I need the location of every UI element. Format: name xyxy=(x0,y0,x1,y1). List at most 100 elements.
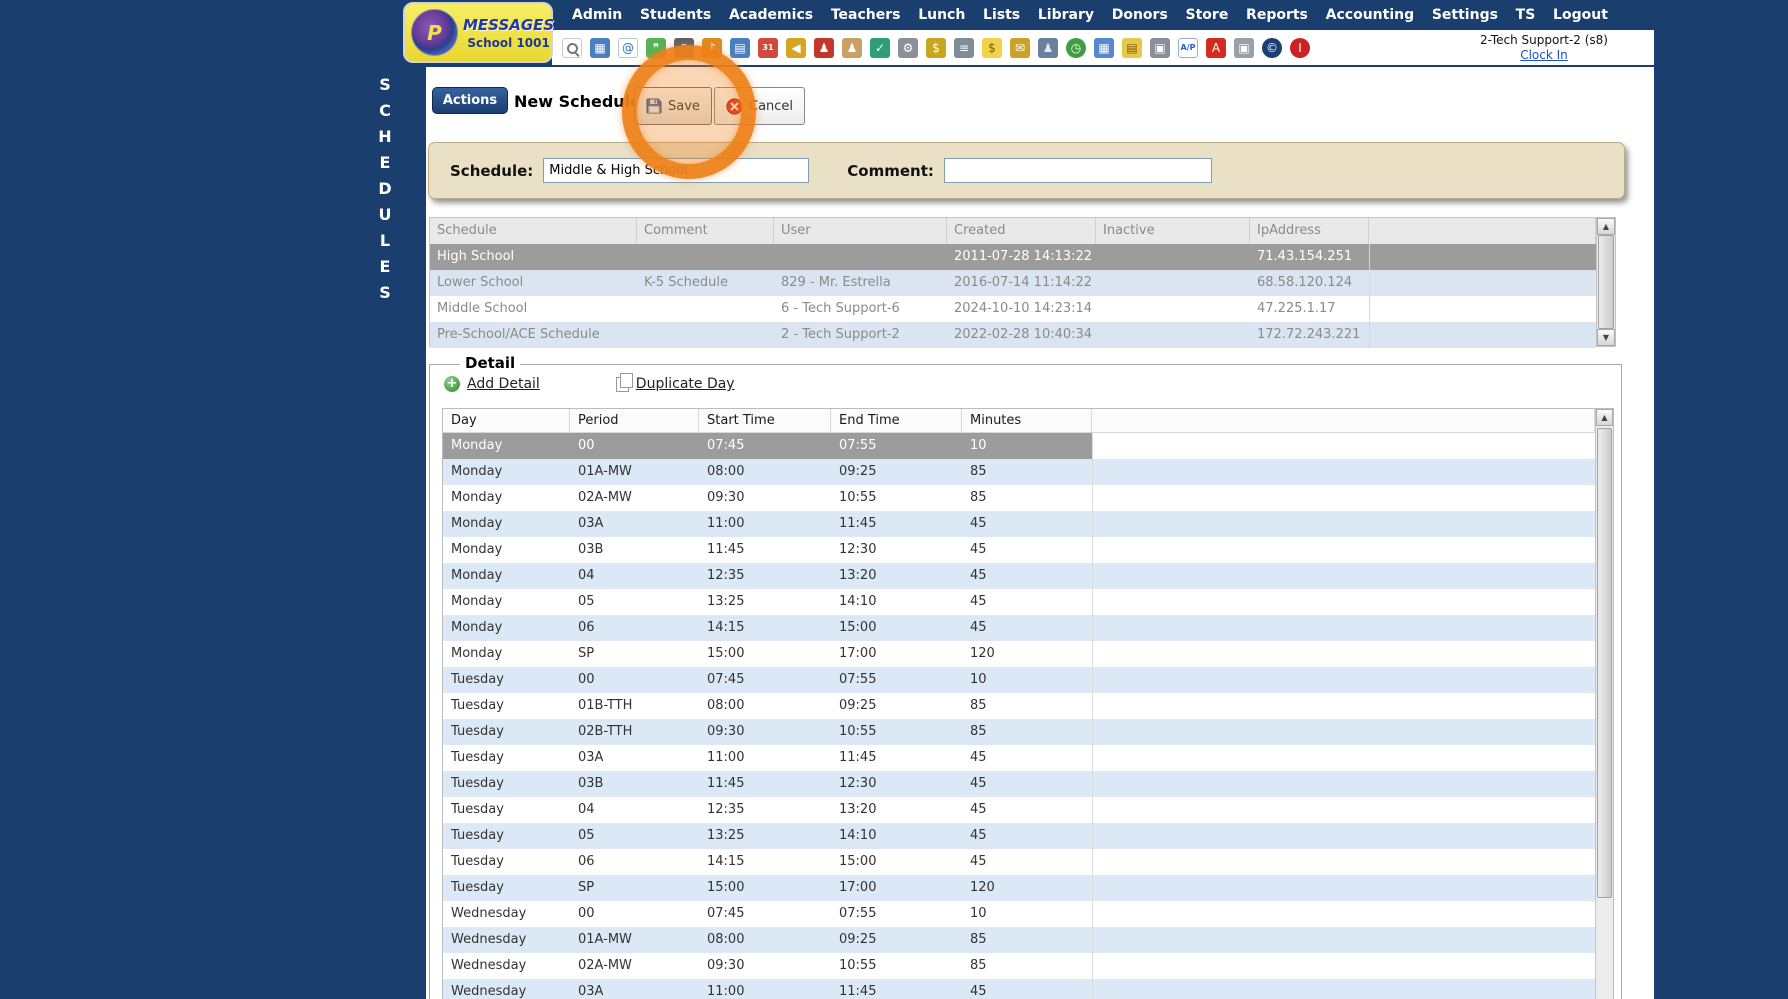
detail-row[interactable]: Wednesday03A11:0011:4545 xyxy=(443,979,1595,999)
spreadsheet-icon[interactable]: ▦ xyxy=(1094,38,1114,58)
people-icon[interactable]: ♟ xyxy=(1038,38,1058,58)
news-icon[interactable]: ▤ xyxy=(730,38,750,58)
toolbar-icons: ▦ @ ❞ ▯ ♪ ▤ 31 ◀ ♟ ♟ ✓ ⚙ $ ≡ $ ✉ ♟ ◷ ▦ ▤ ▣ A/P A ▣ © I xyxy=(562,38,1310,58)
megaphone-icon[interactable]: ◀ xyxy=(786,38,806,58)
email-icon[interactable]: @ xyxy=(618,38,638,58)
cancel-button[interactable]: Cancel xyxy=(714,87,805,125)
schedule-row[interactable]: Lower SchoolK-5 Schedule829 - Mr. Estrel… xyxy=(430,270,1596,296)
nav-item-store[interactable]: Store xyxy=(1186,7,1229,23)
tools-icon[interactable]: ⚙ xyxy=(898,38,918,58)
money-card-icon[interactable]: $ xyxy=(926,38,946,58)
nav-item-teachers[interactable]: Teachers xyxy=(831,7,901,23)
app-logo[interactable]: P MESSAGES School 1001 xyxy=(403,2,553,63)
detail-row[interactable]: Monday0007:4507:5510 xyxy=(443,433,1595,459)
detail-row[interactable]: Monday03B11:4512:3045 xyxy=(443,537,1595,563)
detail-row[interactable]: Monday01A-MW08:0009:2585 xyxy=(443,459,1595,485)
scroll-down-icon[interactable]: ▼ xyxy=(1597,329,1615,346)
vertical-label-letter: S xyxy=(374,72,396,98)
detail-cell: 13:20 xyxy=(831,563,962,589)
detail-cell xyxy=(1092,927,1595,953)
pdf-icon[interactable]: A xyxy=(1206,38,1226,58)
nav-item-admin[interactable]: Admin xyxy=(572,7,622,23)
duplicate-pages-icon[interactable] xyxy=(616,377,629,392)
detail-row[interactable]: Wednesday01A-MW08:0009:2585 xyxy=(443,927,1595,953)
detail-cell: 45 xyxy=(962,849,1092,875)
detail-row[interactable]: TuesdaySP15:0017:00120 xyxy=(443,875,1595,901)
vertical-label-letter: U xyxy=(374,202,396,228)
nav-item-academics[interactable]: Academics xyxy=(729,7,813,23)
scrollbar-thumb[interactable] xyxy=(1598,235,1614,329)
nav-item-ts[interactable]: TS xyxy=(1516,7,1536,23)
price-tag-icon[interactable]: $ xyxy=(982,38,1002,58)
nav-item-accounting[interactable]: Accounting xyxy=(1326,7,1414,23)
schedule-cell: Lower School xyxy=(430,270,637,296)
nav-item-lists[interactable]: Lists xyxy=(983,7,1020,23)
speaker-icon[interactable]: ♪ xyxy=(702,38,722,58)
schedules-table-header: ScheduleCommentUserCreatedInactiveIpAddr… xyxy=(430,218,1596,244)
add-detail-link[interactable]: Add Detail xyxy=(467,376,540,392)
schedule-row[interactable]: Middle School6 - Tech Support-62024-10-1… xyxy=(430,296,1596,322)
scroll-up-icon[interactable]: ▲ xyxy=(1597,218,1615,235)
ribbon-icon[interactable]: ✓ xyxy=(870,38,890,58)
vertical-label-letter: H xyxy=(374,124,396,150)
search-icon[interactable] xyxy=(562,38,582,58)
nav-item-students[interactable]: Students xyxy=(640,7,711,23)
accounts-payable-icon[interactable]: A/P xyxy=(1178,38,1198,58)
calculator-icon[interactable]: ≡ xyxy=(954,38,974,58)
detail-row[interactable]: Tuesday0513:2514:1045 xyxy=(443,823,1595,849)
detail-cell xyxy=(1092,849,1595,875)
calendar-grid-icon[interactable]: ▦ xyxy=(590,38,610,58)
detail-row[interactable]: Tuesday0614:1515:0045 xyxy=(443,849,1595,875)
schedules-scrollbar[interactable]: ▲ ▼ xyxy=(1596,218,1615,346)
comment-input[interactable] xyxy=(944,158,1212,183)
nav-item-library[interactable]: Library xyxy=(1038,7,1094,23)
logo-emblem-letter: P xyxy=(427,21,442,45)
duplicate-day-link[interactable]: Duplicate Day xyxy=(636,376,735,392)
save-button[interactable]: Save xyxy=(634,87,712,125)
detail-cell: 85 xyxy=(962,719,1092,745)
detail-row[interactable]: Monday03A11:0011:4545 xyxy=(443,511,1595,537)
schedule-row[interactable]: Pre-School/ACE Schedule2 - Tech Support-… xyxy=(430,322,1596,348)
person-red-icon[interactable]: ♟ xyxy=(814,38,834,58)
detail-row[interactable]: Monday0614:1515:0045 xyxy=(443,615,1595,641)
calendar-date-icon[interactable]: 31 xyxy=(758,38,778,58)
clock-in-link[interactable]: Clock In xyxy=(1520,48,1568,62)
info-icon[interactable]: © xyxy=(1262,38,1282,58)
nav-item-logout[interactable]: Logout xyxy=(1553,7,1608,23)
detail-row[interactable]: Monday02A-MW09:3010:5585 xyxy=(443,485,1595,511)
person-tan-icon[interactable]: ♟ xyxy=(842,38,862,58)
detail-row[interactable]: Tuesday02B-TTH09:3010:5585 xyxy=(443,719,1595,745)
schedule-input[interactable] xyxy=(543,158,809,183)
detail-row[interactable]: Monday0412:3513:2045 xyxy=(443,563,1595,589)
printer2-icon[interactable]: ▣ xyxy=(1234,38,1254,58)
mail-money-icon[interactable]: ✉ xyxy=(1010,38,1030,58)
printer-icon[interactable]: ▣ xyxy=(1150,38,1170,58)
detail-row[interactable]: Tuesday03B11:4512:3045 xyxy=(443,771,1595,797)
schedule-row[interactable]: High School2011-07-28 14:13:2271.43.154.… xyxy=(430,244,1596,270)
detail-cell xyxy=(1092,901,1595,927)
nav-item-settings[interactable]: Settings xyxy=(1432,7,1498,23)
chat-icon[interactable]: ❞ xyxy=(646,38,666,58)
power-icon[interactable]: I xyxy=(1290,38,1310,58)
detail-row[interactable]: MondaySP15:0017:00120 xyxy=(443,641,1595,667)
detail-row[interactable]: Tuesday0412:3513:2045 xyxy=(443,797,1595,823)
nav-item-lunch[interactable]: Lunch xyxy=(918,7,965,23)
detail-row[interactable]: Tuesday0007:4507:5510 xyxy=(443,667,1595,693)
detail-row[interactable]: Monday0513:2514:1045 xyxy=(443,589,1595,615)
detail-scrollbar[interactable]: ▲ xyxy=(1595,409,1613,999)
nav-item-donors[interactable]: Donors xyxy=(1112,7,1168,23)
scrollbar-thumb[interactable] xyxy=(1597,428,1612,898)
detail-row[interactable]: Tuesday03A11:0011:4545 xyxy=(443,745,1595,771)
keyboard-icon[interactable]: ▤ xyxy=(1122,38,1142,58)
column-header: User xyxy=(774,218,947,244)
detail-row[interactable]: Wednesday0007:4507:5510 xyxy=(443,901,1595,927)
nav-item-reports[interactable]: Reports xyxy=(1246,7,1308,23)
actions-button[interactable]: Actions xyxy=(432,87,508,114)
add-plus-icon[interactable]: + xyxy=(444,376,460,392)
detail-row[interactable]: Tuesday01B-TTH08:0009:2585 xyxy=(443,693,1595,719)
scroll-up-icon[interactable]: ▲ xyxy=(1596,409,1613,426)
mobile-icon[interactable]: ▯ xyxy=(674,38,694,58)
clock-icon[interactable]: ◷ xyxy=(1066,38,1086,58)
detail-row[interactable]: Wednesday02A-MW09:3010:5585 xyxy=(443,953,1595,979)
detail-cell: 03A xyxy=(570,979,699,999)
